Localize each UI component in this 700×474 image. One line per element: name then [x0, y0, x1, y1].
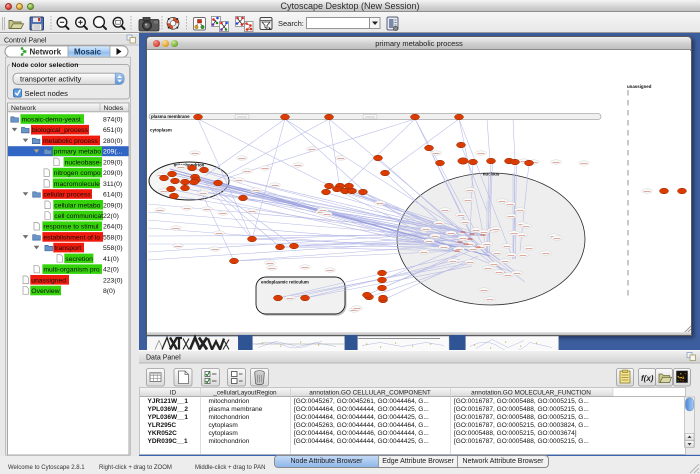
svg-text:[GO:0045267, GO:0045261, GO:00: [GO:0045267, GO:0045261, GO:0044464, G..…: [294, 398, 429, 405]
svg-text:annotation.GO CELLULAR_COMPONE: annotation.GO CELLULAR_COMPONENT: [309, 390, 431, 397]
svg-text:209(0): 209(0): [103, 202, 123, 209]
svg-text:42(0): 42(0): [103, 267, 119, 274]
svg-text:transporter activity: transporter activity: [20, 74, 82, 83]
svg-text:cytoplasm: cytoplasm: [209, 422, 238, 429]
svg-text:Search:: Search:: [278, 19, 304, 28]
svg-text:209(0): 209(0): [103, 159, 123, 166]
svg-text:YPL036W__2: YPL036W__2: [148, 406, 189, 413]
svg-text:_cellularLayoutRegion: _cellularLayoutRegion: [212, 390, 277, 397]
svg-text:651(0): 651(0): [103, 127, 123, 134]
svg-text:unassigned: unassigned: [31, 277, 66, 284]
svg-text:primary metabo: primary metabo: [54, 149, 101, 156]
svg-text:annotation.GO MOLECULAR_FUNCTI: annotation.GO MOLECULAR_FUNCTION: [471, 390, 591, 397]
svg-text:264(0): 264(0): [103, 224, 123, 231]
svg-text:223(0): 223(0): [103, 277, 123, 284]
svg-text:[GO:0016787, GO:0005215, GO:00: [GO:0016787, GO:0005215, GO:0003824, G..…: [454, 422, 589, 429]
svg-text:f(x): f(x): [641, 374, 654, 383]
svg-text:unassigned: unassigned: [627, 84, 652, 89]
svg-text:macromolecule: macromolecule: [54, 181, 100, 188]
svg-text:[GO:0005488, GO:0005215, GO:00: [GO:0005488, GO:0005215, GO:0003674]: [454, 430, 577, 437]
svg-text:nitrogen compo: nitrogen compo: [54, 170, 101, 177]
svg-text:mosaic-demo-yeast: mosaic-demo-yeast: [22, 117, 81, 124]
svg-text:nucleobase-: nucleobase-: [65, 159, 102, 166]
svg-text:Network: Network: [11, 105, 37, 112]
svg-text:209(...: 209(...: [103, 149, 122, 156]
svg-text:Network: Network: [30, 47, 62, 56]
svg-text:41(0): 41(0): [103, 256, 119, 263]
svg-text:558(0): 558(0): [103, 234, 123, 241]
svg-text:cellular process: cellular process: [43, 192, 91, 199]
svg-text:secretion: secretion: [65, 256, 93, 263]
svg-text:[GO:0044464, GO:0044444, GO:00: [GO:0044464, GO:0044444, GO:0044425, G..…: [294, 406, 429, 413]
svg-text:YJR121W__1: YJR121W__1: [148, 398, 189, 405]
svg-text:metabolic process: metabolic process: [43, 138, 98, 145]
svg-text:plasma membrane: plasma membrane: [209, 406, 263, 413]
svg-text:Select nodes: Select nodes: [25, 89, 69, 98]
svg-text:transport: transport: [54, 245, 81, 252]
svg-text:Node color selection: Node color selection: [12, 62, 79, 69]
svg-text:[GO:0016787, GO:0005488, GO:00: [GO:0016787, GO:0005488, GO:0005215, G..…: [454, 414, 589, 421]
svg-text:mitochondrion: mitochondrion: [209, 438, 250, 445]
svg-text:YDR039C__1: YDR039C__1: [148, 438, 188, 445]
svg-text:mitochondrion: mitochondrion: [209, 398, 250, 405]
svg-text:[GO:0016787, GO:0005488, GO:00: [GO:0016787, GO:0005488, GO:0005215, G..…: [454, 398, 589, 405]
svg-text:response to stimul: response to stimul: [43, 224, 99, 231]
svg-text:[GO:0016787, GO:0005488, GO:00: [GO:0016787, GO:0005488, GO:0005215, G..…: [454, 438, 589, 445]
svg-text:YKR052C: YKR052C: [148, 430, 178, 437]
svg-text:558(0): 558(0): [103, 245, 123, 252]
svg-text:311(0): 311(0): [103, 181, 122, 188]
svg-text:[GO:0044464, GO:0044446, GO:00: [GO:0044464, GO:0044446, GO:0044444, G..…: [294, 430, 429, 437]
svg-text:Mosaic: Mosaic: [74, 47, 102, 56]
svg-text:biological_process: biological_process: [32, 127, 89, 134]
svg-text:multi-organism pro: multi-organism pro: [43, 267, 99, 274]
svg-text:cellular metabo: cellular metabo: [54, 202, 100, 209]
svg-text:[GO:0044464, GO:0044444, GO:00: [GO:0044464, GO:0044444, GO:0044425, G..…: [294, 438, 429, 445]
svg-text:Data Panel: Data Panel: [146, 355, 181, 362]
svg-text:280(0): 280(0): [103, 138, 123, 145]
svg-text:Control Panel: Control Panel: [4, 38, 47, 45]
svg-text:ID: ID: [170, 390, 177, 397]
svg-text:establishment of lo: establishment of lo: [43, 234, 100, 241]
svg-text:614(0): 614(0): [103, 192, 123, 199]
svg-text:22(0): 22(0): [103, 213, 119, 220]
svg-text:[GO:0016787, GO:0005488, GO:00: [GO:0016787, GO:0005488, GO:0005215, G..…: [454, 406, 589, 413]
svg-text:8(0): 8(0): [103, 288, 115, 295]
svg-text:[GO:0044464, GO:0044444, GO:00: [GO:0044464, GO:0044444, GO:0044425, G..…: [294, 414, 429, 421]
svg-text:cytoplasm: cytoplasm: [150, 128, 172, 133]
svg-text:YPL036W__1: YPL036W__1: [148, 414, 189, 421]
svg-text:plasma membrane: plasma membrane: [151, 114, 190, 119]
svg-text:[GO:0045263, GO:0044444, GO:00: [GO:0045263, GO:0044444, GO:0044464, G..…: [294, 422, 429, 429]
svg-text:cytoplasm: cytoplasm: [209, 430, 238, 437]
svg-text:endoplasmic reticulum: endoplasmic reticulum: [261, 280, 309, 285]
svg-text:Nodes: Nodes: [104, 105, 124, 112]
svg-text:nucleus: nucleus: [483, 172, 500, 177]
svg-text:cell communicat: cell communicat: [54, 213, 103, 220]
svg-text:874(0): 874(0): [103, 117, 123, 124]
svg-text:209(0): 209(0): [103, 170, 123, 177]
svg-text:mitochondrion: mitochondrion: [209, 414, 250, 421]
svg-text:YLR295C: YLR295C: [148, 422, 177, 429]
svg-text:Overview: Overview: [31, 288, 59, 295]
